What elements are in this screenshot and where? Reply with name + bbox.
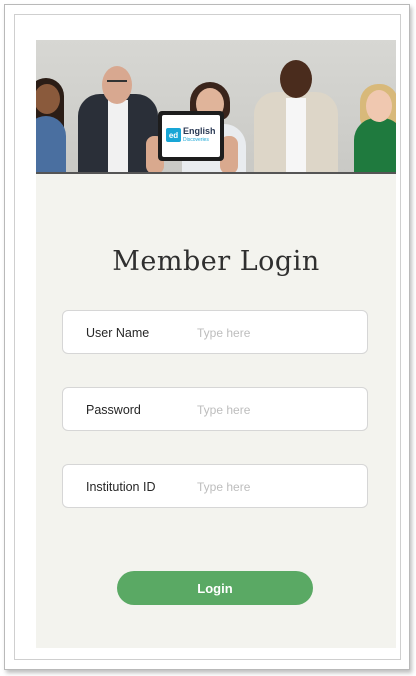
screenshot-frame: ed English Discoveries Member Login User… [0,0,416,676]
password-field[interactable]: Password [62,387,368,431]
institution-id-label: Institution ID [86,480,156,494]
username-field[interactable]: User Name [62,310,368,354]
username-label: User Name [86,326,150,340]
brand-logo-mark: ed [166,128,181,142]
hero-tablet: ed English Discoveries [158,111,224,161]
tablet-screen: ed English Discoveries [162,115,220,157]
password-label: Password [86,403,141,417]
login-screen: ed English Discoveries Member Login User… [36,40,396,648]
login-button[interactable]: Login [117,571,313,605]
hero-person-1 [36,64,66,174]
hero-person-4 [254,52,338,174]
institution-id-input[interactable] [197,475,357,499]
password-input[interactable] [197,398,357,422]
brand-name-line2: Discoveries [183,137,209,143]
page-title: Member Login [112,246,320,278]
institution-id-field[interactable]: Institution ID [62,464,368,508]
hero-person-5 [354,66,396,174]
brand-name-line1: English [183,126,216,136]
hero-banner-image: ed English Discoveries [36,40,396,174]
username-input[interactable] [197,321,357,345]
